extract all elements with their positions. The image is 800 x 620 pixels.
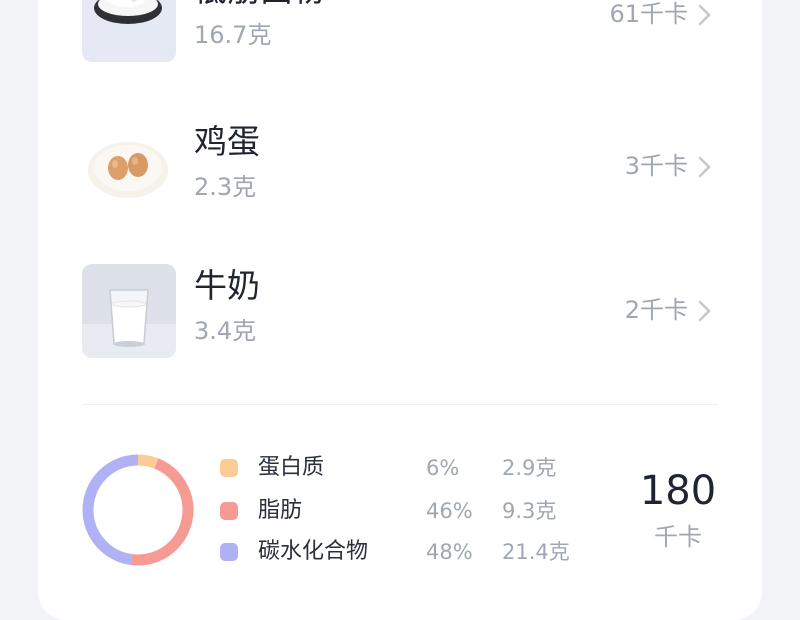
food-calories: 3千卡 — [624, 152, 688, 180]
macro-percent: 48% — [426, 540, 473, 564]
macro-grams: 2.9克 — [502, 456, 557, 480]
legend-row-carbs: 碳水化合物 48% 21.4克 — [220, 537, 580, 567]
total-calories-value: 180 — [639, 468, 717, 514]
food-item-flour[interactable]: 低筋面粉 16.7克 61千卡 — [82, 0, 718, 64]
macro-percent: 6% — [426, 456, 460, 480]
food-weight: 2.3克 — [194, 173, 257, 201]
food-weight: 16.7克 — [194, 21, 272, 49]
milk-glass-icon — [82, 264, 176, 358]
macro-name: 碳水化合物 — [258, 539, 369, 564]
food-name: 牛奶 — [194, 266, 260, 305]
macro-name: 蛋白质 — [258, 455, 325, 480]
chevron-right-icon — [698, 156, 711, 178]
total-calories-unit: 千卡 — [654, 523, 702, 551]
macro-percent: 46% — [426, 499, 473, 523]
legend-color-swatch — [220, 543, 238, 561]
chevron-right-icon — [698, 4, 711, 26]
food-item-egg[interactable]: 鸡蛋 2.3克 3千卡 — [82, 120, 718, 216]
legend-row-fat: 脂肪 46% 9.3克 — [220, 496, 580, 526]
section-divider — [82, 404, 718, 405]
legend-color-swatch — [220, 459, 238, 477]
macro-grams: 21.4克 — [502, 540, 570, 564]
food-name: 鸡蛋 — [194, 122, 260, 161]
flour-bowl-icon — [82, 0, 176, 62]
eggs-plate-icon — [82, 120, 176, 214]
legend-color-swatch — [220, 502, 238, 520]
food-calories: 2千卡 — [624, 296, 688, 324]
legend-row-protein: 蛋白质 6% 2.9克 — [220, 453, 580, 483]
macro-name: 脂肪 — [258, 498, 303, 523]
chevron-right-icon — [698, 300, 711, 322]
macro-donut-chart — [82, 454, 194, 566]
recipe-nutrition-card: 低筋面粉 16.7克 61千卡 鸡蛋 2.3克 3千卡 — [38, 0, 762, 620]
food-calories: 61千卡 — [609, 0, 688, 28]
food-item-milk[interactable]: 牛奶 3.4克 2千卡 — [82, 264, 718, 360]
macro-grams: 9.3克 — [502, 499, 557, 523]
food-name: 低筋面粉 — [194, 0, 326, 10]
food-weight: 3.4克 — [194, 317, 257, 345]
